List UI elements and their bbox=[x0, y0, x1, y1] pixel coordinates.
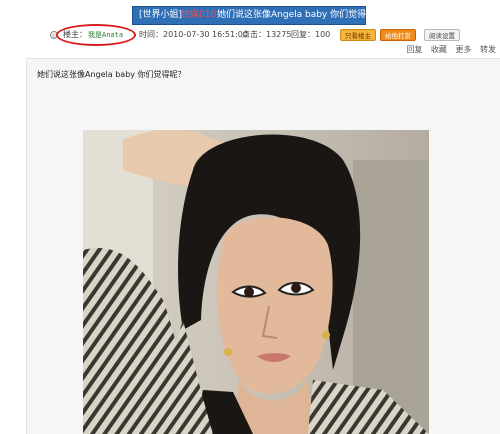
thread-title: 她们说这张像Angela baby 你们觉得呢？ bbox=[217, 10, 385, 20]
post-time: 时间：2010-07-30 16:51:00 bbox=[139, 30, 248, 39]
post-text: 她们说这张像Angela baby 你们觉得呢？ bbox=[37, 70, 186, 79]
reply-link[interactable]: 回复 bbox=[406, 45, 422, 54]
post-actions: 回复 收藏 更多 转发 bbox=[400, 44, 496, 55]
post-photo bbox=[83, 130, 429, 434]
only-author-button[interactable]: 只看楼主 bbox=[340, 29, 376, 41]
author-highlight-circle bbox=[56, 24, 136, 46]
post-content: 她们说这张像Angela baby 你们觉得呢？ bbox=[26, 58, 500, 434]
thread-tag[interactable]: [世界小姐] bbox=[139, 9, 182, 21]
more-link[interactable]: 更多 bbox=[455, 45, 471, 54]
reply-count: 回复：100 bbox=[291, 30, 331, 39]
share-link[interactable]: 转发 bbox=[480, 45, 496, 54]
thread-title-bar: [世界小姐] 世娱010 她们说这张像Angela baby 你们觉得呢？ bbox=[132, 6, 384, 25]
reward-button[interactable]: 给他打赏 bbox=[380, 29, 416, 41]
thread-forum[interactable]: 世娱010 bbox=[181, 9, 216, 21]
view-count: 点击：13275 bbox=[242, 30, 292, 39]
favorite-link[interactable]: 收藏 bbox=[431, 45, 447, 54]
reading-settings-button[interactable]: 阅读设置 bbox=[424, 29, 460, 41]
